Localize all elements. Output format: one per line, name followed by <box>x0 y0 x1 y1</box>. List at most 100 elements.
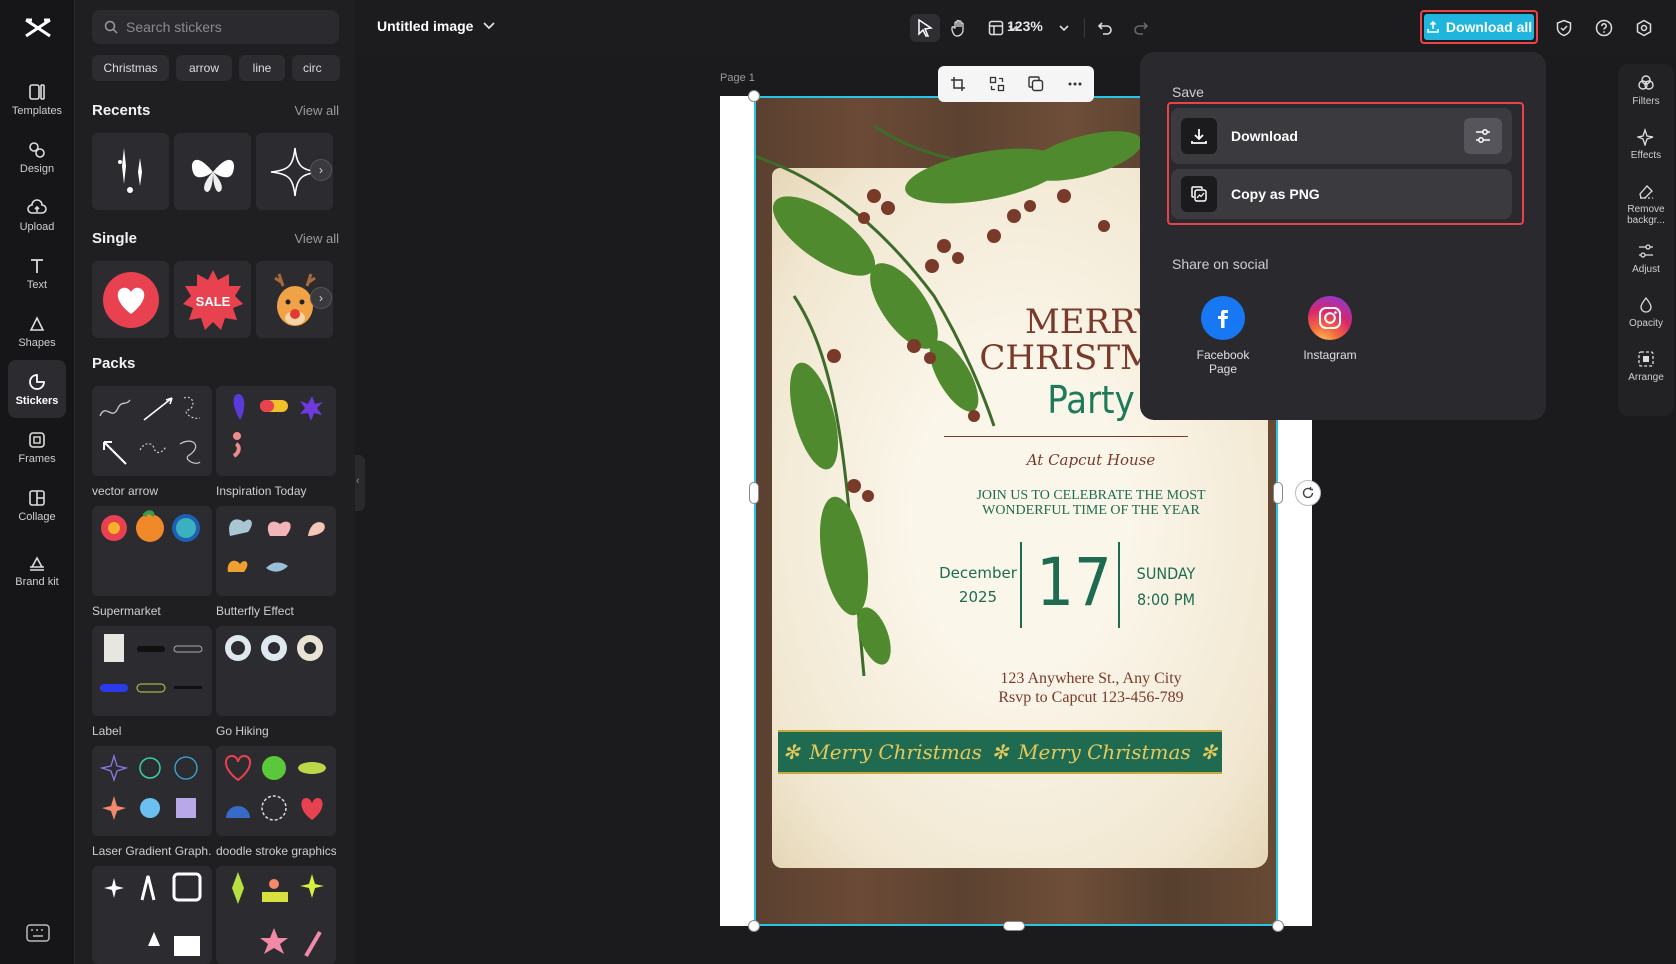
chip-line[interactable]: line <box>239 55 285 81</box>
sliders-icon <box>1474 128 1492 144</box>
left-nav: Templates Design Upload Text Shapes Stic… <box>0 0 75 964</box>
sticker-butterfly[interactable] <box>174 133 251 210</box>
pack-go-hiking[interactable] <box>216 626 336 716</box>
stickers-icon <box>27 372 47 392</box>
pack-laser-gradient[interactable] <box>92 746 212 836</box>
pack-label-stickers[interactable] <box>92 626 212 716</box>
document-title-button[interactable]: Untitled image <box>377 18 495 34</box>
adjust-label: Adjust <box>1632 264 1660 275</box>
remove-background-button[interactable]: Remove backgr... <box>1618 182 1674 226</box>
remove-background-label: Remove backgr... <box>1621 204 1671 226</box>
download-all-button[interactable]: Download all <box>1424 14 1534 40</box>
resize-handle[interactable] <box>1273 482 1283 504</box>
nav-collage[interactable]: Collage <box>8 476 66 534</box>
nav-design-label: Design <box>20 163 54 175</box>
templates-icon <box>27 82 47 102</box>
resize-handle[interactable] <box>1003 921 1025 931</box>
nav-upload[interactable]: Upload <box>8 186 66 244</box>
nav-brand-kit-label: Brand kit <box>12 576 62 588</box>
resize-handle[interactable] <box>748 920 760 932</box>
chip-circle[interactable]: circ <box>292 55 340 81</box>
redo-button[interactable] <box>1126 14 1156 42</box>
keyboard-icon[interactable] <box>26 924 50 942</box>
sticker-sparkles[interactable] <box>92 133 169 210</box>
cursor-icon <box>917 19 933 37</box>
copy-icon-wrap <box>1181 176 1217 212</box>
effects-label: Effects <box>1631 150 1661 161</box>
resize-handle[interactable] <box>748 90 760 102</box>
filters-button[interactable]: Filters <box>1618 74 1674 107</box>
shield-check-icon <box>1555 19 1573 37</box>
nav-design[interactable]: Design <box>8 128 66 186</box>
duplicate-icon[interactable] <box>1028 76 1044 92</box>
crop-icon[interactable] <box>950 76 966 92</box>
single-view-all[interactable]: View all <box>294 231 339 246</box>
more-options-icon[interactable] <box>1067 76 1083 92</box>
chevron-down-icon <box>483 22 495 30</box>
pack-yellow-shapes[interactable] <box>216 866 336 964</box>
help-button[interactable] <box>1589 14 1619 42</box>
recents-view-all[interactable]: View all <box>294 103 339 118</box>
copy-as-png-label: Copy as PNG <box>1231 186 1320 202</box>
share-instagram[interactable]: Instagram <box>1285 296 1375 362</box>
adjust-button[interactable]: Adjust <box>1618 242 1674 275</box>
search-icon <box>104 20 118 34</box>
nav-templates[interactable]: Templates <box>8 70 66 128</box>
resize-handle[interactable] <box>1272 920 1284 932</box>
resize-handle[interactable] <box>749 482 759 504</box>
pack-inspiration-today[interactable] <box>216 386 336 476</box>
copy-image-icon <box>1190 185 1208 203</box>
zoom-level[interactable]: 123% <box>1007 18 1043 34</box>
download-option[interactable]: Download <box>1171 108 1512 164</box>
design-icon <box>27 140 47 160</box>
copy-as-png-option[interactable]: Copy as PNG <box>1171 169 1512 219</box>
nav-brand-kit[interactable]: Brand kit <box>8 534 66 606</box>
effects-button[interactable]: Effects <box>1618 128 1674 161</box>
upload-cloud-icon <box>27 198 47 218</box>
share-heading: Share on social <box>1172 256 1269 272</box>
panel-collapse-handle[interactable]: ‹ <box>355 455 365 511</box>
select-tool-button[interactable] <box>910 14 940 42</box>
capcut-logo-icon[interactable] <box>22 14 54 42</box>
shield-button[interactable] <box>1549 14 1579 42</box>
page-label: Page 1 <box>720 72 755 84</box>
text-icon <box>27 256 47 276</box>
gear-icon <box>1635 19 1653 37</box>
share-facebook[interactable]: Facebook Page <box>1178 296 1268 376</box>
pack-vector-arrow[interactable] <box>92 386 212 476</box>
chip-arrow[interactable]: arrow <box>176 55 232 81</box>
search-input[interactable] <box>126 19 326 35</box>
single-next-button[interactable]: › <box>310 287 332 309</box>
context-toolbar <box>938 66 1094 102</box>
nav-text[interactable]: Text <box>8 244 66 302</box>
recents-next-button[interactable]: › <box>310 159 332 181</box>
nav-shapes[interactable]: Shapes <box>8 302 66 360</box>
pack-stars-mixed[interactable] <box>92 866 212 964</box>
chip-christmas[interactable]: Christmas <box>92 55 169 81</box>
single-title: Single <box>92 230 137 247</box>
layout-icon <box>988 20 1004 36</box>
search-box[interactable] <box>92 10 339 44</box>
download-settings-button[interactable] <box>1464 118 1502 154</box>
replace-icon[interactable] <box>989 76 1005 92</box>
nav-frames[interactable]: Frames <box>8 418 66 476</box>
download-icon-wrap <box>1181 118 1217 154</box>
divider <box>1084 18 1085 38</box>
download-all-highlight: Download all <box>1420 10 1538 44</box>
zoom-dropdown-button[interactable] <box>1049 14 1079 42</box>
settings-button[interactable] <box>1629 14 1659 42</box>
hand-tool-button[interactable] <box>944 14 974 42</box>
facebook-label: Facebook Page <box>1188 348 1258 376</box>
undo-button[interactable] <box>1090 14 1120 42</box>
nav-stickers[interactable]: Stickers <box>8 360 66 418</box>
opacity-button[interactable]: Opacity <box>1618 296 1674 329</box>
pack-doodle-stroke[interactable] <box>216 746 336 836</box>
pack-supermarket[interactable] <box>92 506 212 596</box>
sticker-sale-badge[interactable]: SALE <box>174 261 251 338</box>
arrange-button[interactable]: Arrange <box>1618 350 1674 383</box>
rotate-handle[interactable] <box>1295 480 1321 506</box>
sticker-heart-badge[interactable] <box>92 261 169 338</box>
hand-icon <box>950 19 968 37</box>
pack-butterfly-effect[interactable] <box>216 506 336 596</box>
sale-text: SALE <box>195 294 230 309</box>
